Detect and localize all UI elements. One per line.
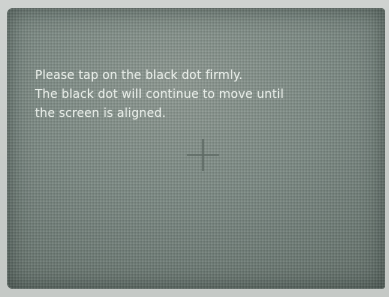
instruction-line-1: Please tap on the black dot firmly. xyxy=(35,68,243,82)
calibration-target[interactable] xyxy=(183,135,223,175)
touch-screen[interactable]: Please tap on the black dot firmly. The … xyxy=(7,8,385,289)
calibration-instructions: Please tap on the black dot firmly. The … xyxy=(35,66,355,123)
instruction-line-3: the screen is aligned. xyxy=(35,106,166,120)
crosshair-icon xyxy=(187,139,219,171)
instruction-line-2: The black dot will continue to move unti… xyxy=(35,87,284,101)
